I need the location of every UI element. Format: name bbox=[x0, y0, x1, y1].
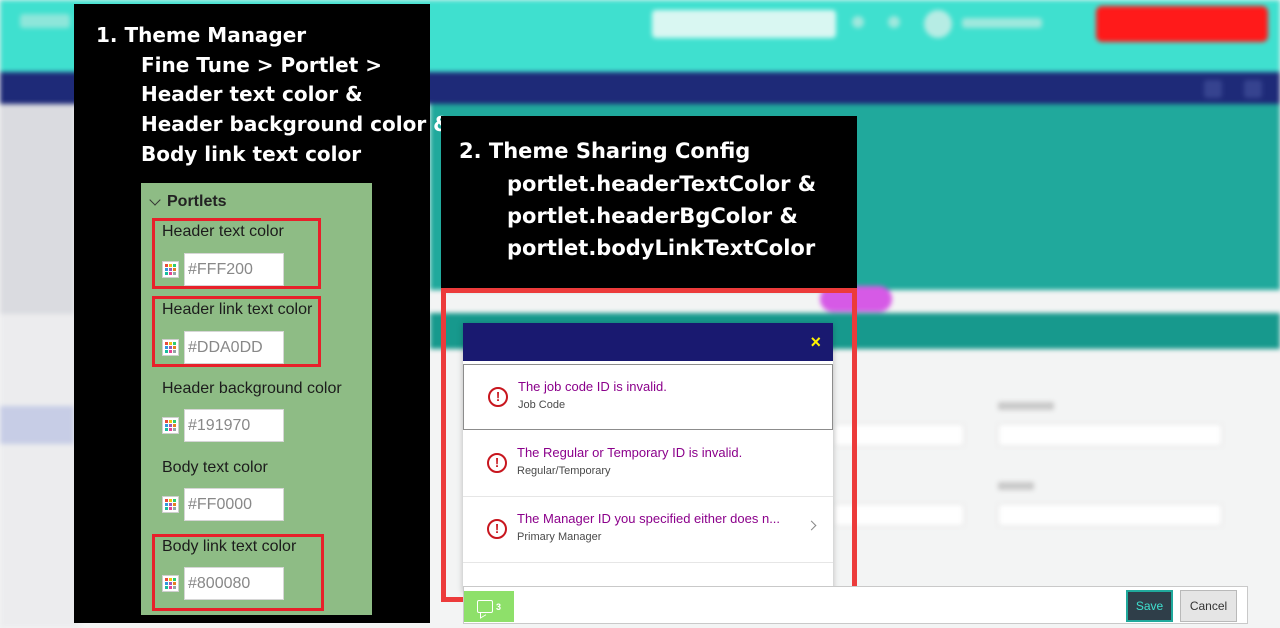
error-message-item[interactable]: ! The job code ID is invalid. Job Code bbox=[463, 364, 833, 430]
annotation-line: Header text color & bbox=[141, 82, 363, 106]
chevron-right-icon bbox=[806, 520, 817, 531]
portlets-section-header[interactable]: Portlets bbox=[149, 193, 227, 211]
help-icon[interactable] bbox=[888, 16, 900, 28]
body-text-color-field: #FF0000 bbox=[162, 488, 287, 521]
app-action-button[interactable] bbox=[1096, 6, 1268, 42]
error-message-field: Primary Manager bbox=[517, 531, 602, 543]
portlets-title: Portlets bbox=[167, 193, 227, 210]
annotation-heading: 2. Theme Sharing Config bbox=[459, 139, 751, 163]
error-message-title: The Manager ID you specified either does… bbox=[517, 511, 781, 526]
body-text-color-label: Body text color bbox=[162, 459, 268, 476]
annotation-line: Body link text color bbox=[141, 142, 362, 166]
highlight-box bbox=[152, 534, 324, 611]
header-background-color-label: Header background color bbox=[162, 380, 342, 397]
error-icon: ! bbox=[487, 453, 507, 473]
error-message-item[interactable]: ! The Manager ID you specified either do… bbox=[463, 497, 833, 563]
close-icon[interactable]: × bbox=[810, 332, 821, 352]
save-button[interactable]: Save bbox=[1126, 590, 1173, 622]
notification-icon[interactable] bbox=[852, 16, 864, 28]
cancel-button[interactable]: Cancel bbox=[1180, 590, 1237, 622]
annotation-line: portlet.bodyLinkTextColor bbox=[507, 236, 816, 260]
chevron-down-icon bbox=[149, 194, 161, 206]
annotation-line: portlet.headerTextColor & bbox=[507, 172, 817, 196]
user-name bbox=[962, 18, 1042, 28]
annotation-line: portlet.headerBgColor & bbox=[507, 204, 798, 228]
dialog-header: × bbox=[463, 323, 833, 361]
app-search-field[interactable] bbox=[652, 10, 836, 38]
error-messages-dialog: × ! The job code ID is invalid. Job Code… bbox=[463, 323, 833, 591]
header-background-color-input[interactable]: #191970 bbox=[184, 409, 284, 442]
annotation-line: Fine Tune > Portlet > bbox=[141, 53, 382, 77]
app-logo bbox=[20, 14, 70, 28]
message-icon bbox=[476, 600, 493, 613]
message-count: 3 bbox=[495, 601, 501, 612]
error-icon: ! bbox=[487, 519, 507, 539]
form-field[interactable] bbox=[998, 424, 1222, 446]
form-field[interactable] bbox=[998, 504, 1222, 526]
body-text-color-input[interactable]: #FF0000 bbox=[184, 488, 284, 521]
error-message-item[interactable]: ! The Regular or Temporary ID is invalid… bbox=[463, 431, 833, 497]
error-message-title: The job code ID is invalid. bbox=[518, 379, 667, 394]
avatar[interactable] bbox=[924, 10, 952, 38]
annotation-line: Header background color & bbox=[141, 112, 451, 136]
error-icon: ! bbox=[488, 387, 508, 407]
color-picker-icon[interactable] bbox=[162, 496, 179, 513]
error-message-field: Regular/Temporary bbox=[517, 465, 611, 477]
sidebar-selected-item[interactable] bbox=[0, 406, 74, 444]
highlight-box bbox=[152, 218, 321, 289]
header-background-color-field: #191970 bbox=[162, 409, 287, 442]
sidebar-section bbox=[0, 104, 74, 314]
form-label bbox=[998, 482, 1034, 490]
error-message-title: The Regular or Temporary ID is invalid. bbox=[517, 445, 743, 460]
message-popover-button[interactable]: 3 bbox=[464, 591, 514, 622]
highlight-box bbox=[152, 296, 321, 367]
error-message-field: Job Code bbox=[518, 399, 566, 411]
annotation-theme-sharing-config: 2. Theme Sharing Config portlet.headerTe… bbox=[441, 116, 857, 288]
color-picker-icon[interactable] bbox=[162, 417, 179, 434]
form-label bbox=[998, 402, 1054, 410]
nav-icon[interactable] bbox=[1204, 80, 1222, 98]
annotation-heading: 1. Theme Manager bbox=[96, 23, 307, 47]
nav-icon[interactable] bbox=[1244, 80, 1262, 98]
